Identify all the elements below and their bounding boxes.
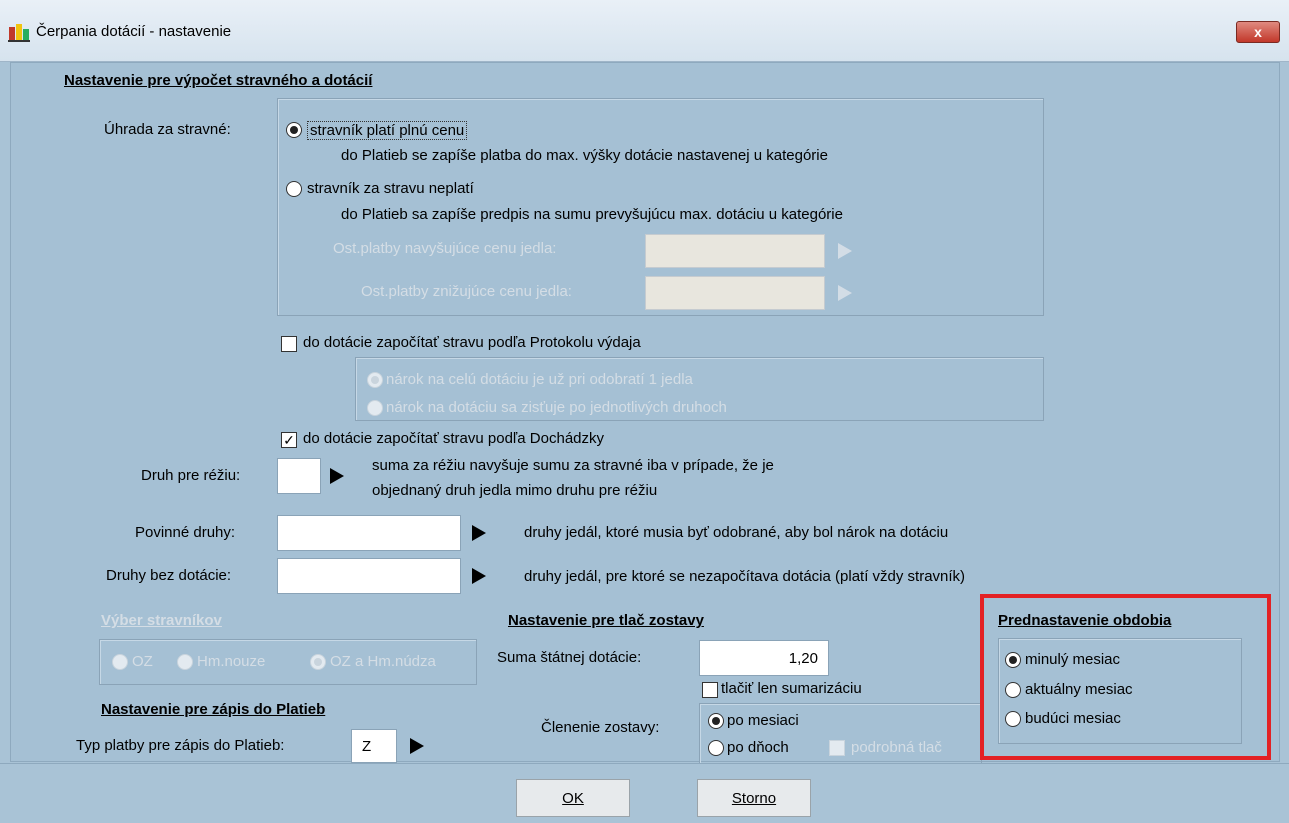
app-icon (8, 22, 30, 42)
radio-minuly[interactable] (1005, 652, 1021, 668)
rezia-arrow-button[interactable] (325, 463, 349, 489)
uhrada-label: Úhrada za stravné: (104, 121, 231, 138)
bez-arrow-button[interactable] (467, 563, 491, 589)
radio-protokol-1[interactable] (367, 372, 383, 388)
vyber-both[interactable]: OZ a Hm.núdza (330, 653, 436, 670)
rezia-field[interactable] (277, 458, 321, 494)
rezia-desc1: suma za réžiu navyšuje sumu za stravné i… (372, 457, 774, 474)
bez-label: Druhy bez dotácie: (106, 567, 232, 584)
tlac-clenenie-label: Členenie zostavy: (541, 719, 660, 736)
tlac-sumar-label[interactable]: tlačiť len sumarizáciu (721, 680, 862, 697)
window-title: Čerpania dotácií - nastavenie (36, 23, 232, 40)
radio-aktualny[interactable] (1005, 682, 1021, 698)
protokol-checkbox[interactable] (281, 336, 297, 352)
opt-free-desc: do Platieb sa zapíše predpis na sumu pre… (341, 206, 843, 223)
ost-down-label: Ost.platby znižujúce cenu jedla: (361, 283, 572, 300)
vyber-title: Výber stravníkov (101, 612, 222, 629)
bez-desc: druhy jedál, pre ktoré se nezapočítava d… (524, 568, 966, 585)
obdobie-minuly[interactable]: minulý mesiac (1025, 651, 1120, 668)
povinne-arrow-button[interactable] (467, 520, 491, 546)
opt-full-desc: do Platieb se zapíše platba do max. výšk… (341, 147, 828, 164)
arrow-right-icon (330, 468, 344, 484)
radio-po-dnoch[interactable] (708, 740, 724, 756)
protokol-opt1[interactable]: nárok na celú dotáciu je už pri odobratí… (386, 371, 693, 388)
tlac-podrobna-checkbox[interactable] (829, 740, 845, 756)
radio-full-price[interactable] (286, 122, 302, 138)
tlac-suma-field[interactable]: 1,20 (699, 640, 829, 676)
close-icon: x (1254, 24, 1262, 40)
arrow-right-icon (410, 738, 424, 754)
radio-hm[interactable] (177, 654, 193, 670)
rezia-desc2: objednaný druh jedla mimo druhu pre réži… (372, 482, 658, 499)
storno-button[interactable]: Storno (697, 779, 811, 817)
ok-button[interactable]: OK (516, 779, 630, 817)
zapis-arrow-button[interactable] (405, 733, 429, 759)
arrow-right-icon (838, 285, 852, 301)
obdobie-buduci[interactable]: budúci mesiac (1025, 710, 1121, 727)
ost-down-arrow-button[interactable] (833, 280, 857, 306)
ok-label: OK (562, 789, 584, 807)
radio-oz[interactable] (112, 654, 128, 670)
protokol-label[interactable]: do dotácie započítať stravu podľa Protok… (303, 334, 641, 351)
tlac-podrobna-label[interactable]: podrobná tlač (851, 739, 979, 756)
opt-full-label[interactable]: stravník platí plnú cenu (307, 121, 468, 140)
ost-up-arrow-button[interactable] (833, 238, 857, 264)
tlac-title: Nastavenie pre tlač zostavy (508, 612, 704, 629)
radio-po-mesiaci[interactable] (708, 713, 724, 729)
radio-protokol-2[interactable] (367, 400, 383, 416)
arrow-right-icon (472, 568, 486, 584)
protokol-opt2[interactable]: nárok na dotáciu sa zisťuje po jednotliv… (386, 399, 727, 416)
radio-oz-hm[interactable] (310, 654, 326, 670)
povinne-desc: druhy jedál, ktoré musia byť odobrané, a… (524, 524, 949, 541)
zapis-typ-label: Typ platby pre zápis do Platieb: (76, 737, 285, 754)
obdobie-title: Prednastavenie obdobia (998, 612, 1172, 629)
tlac-opt-dni[interactable]: po dňoch (727, 739, 789, 756)
zapis-typ-field[interactable]: Z (351, 729, 397, 763)
vyber-hm[interactable]: Hm.nouze (197, 653, 265, 670)
dochadzka-checkbox[interactable]: ✓ (281, 432, 297, 448)
bez-field[interactable] (277, 558, 461, 594)
dochadzka-label[interactable]: do dotácie započítať stravu podľa Dochád… (303, 430, 604, 447)
arrow-right-icon (472, 525, 486, 541)
povinne-label: Povinné druhy: (135, 524, 236, 541)
rezia-label: Druh pre réžiu: (141, 467, 241, 484)
obdobie-aktualny[interactable]: aktuálny mesiac (1025, 681, 1133, 698)
radio-free[interactable] (286, 181, 302, 197)
ost-up-label: Ost.platby navyšujúce cenu jedla: (333, 240, 557, 257)
button-bar (0, 763, 1289, 823)
storno-label: Storno (731, 789, 777, 807)
close-button[interactable]: x (1236, 21, 1280, 43)
radio-buduci[interactable] (1005, 711, 1021, 727)
povinne-field[interactable] (277, 515, 461, 551)
zapis-title: Nastavenie pre zápis do Platieb (101, 701, 326, 718)
opt-free-label[interactable]: stravník za stravu neplatí (307, 180, 474, 197)
tlac-sumar-checkbox[interactable] (702, 682, 718, 698)
vyber-oz[interactable]: OZ (132, 653, 153, 670)
arrow-right-icon (838, 243, 852, 259)
ost-down-field[interactable] (645, 276, 825, 310)
tlac-suma-label: Suma štátnej dotácie: (497, 649, 642, 666)
calc-section-title: Nastavenie pre výpočet stravného a dotác… (64, 72, 373, 89)
tlac-opt-mesiac[interactable]: po mesiaci (727, 712, 799, 729)
ost-up-field[interactable] (645, 234, 825, 268)
